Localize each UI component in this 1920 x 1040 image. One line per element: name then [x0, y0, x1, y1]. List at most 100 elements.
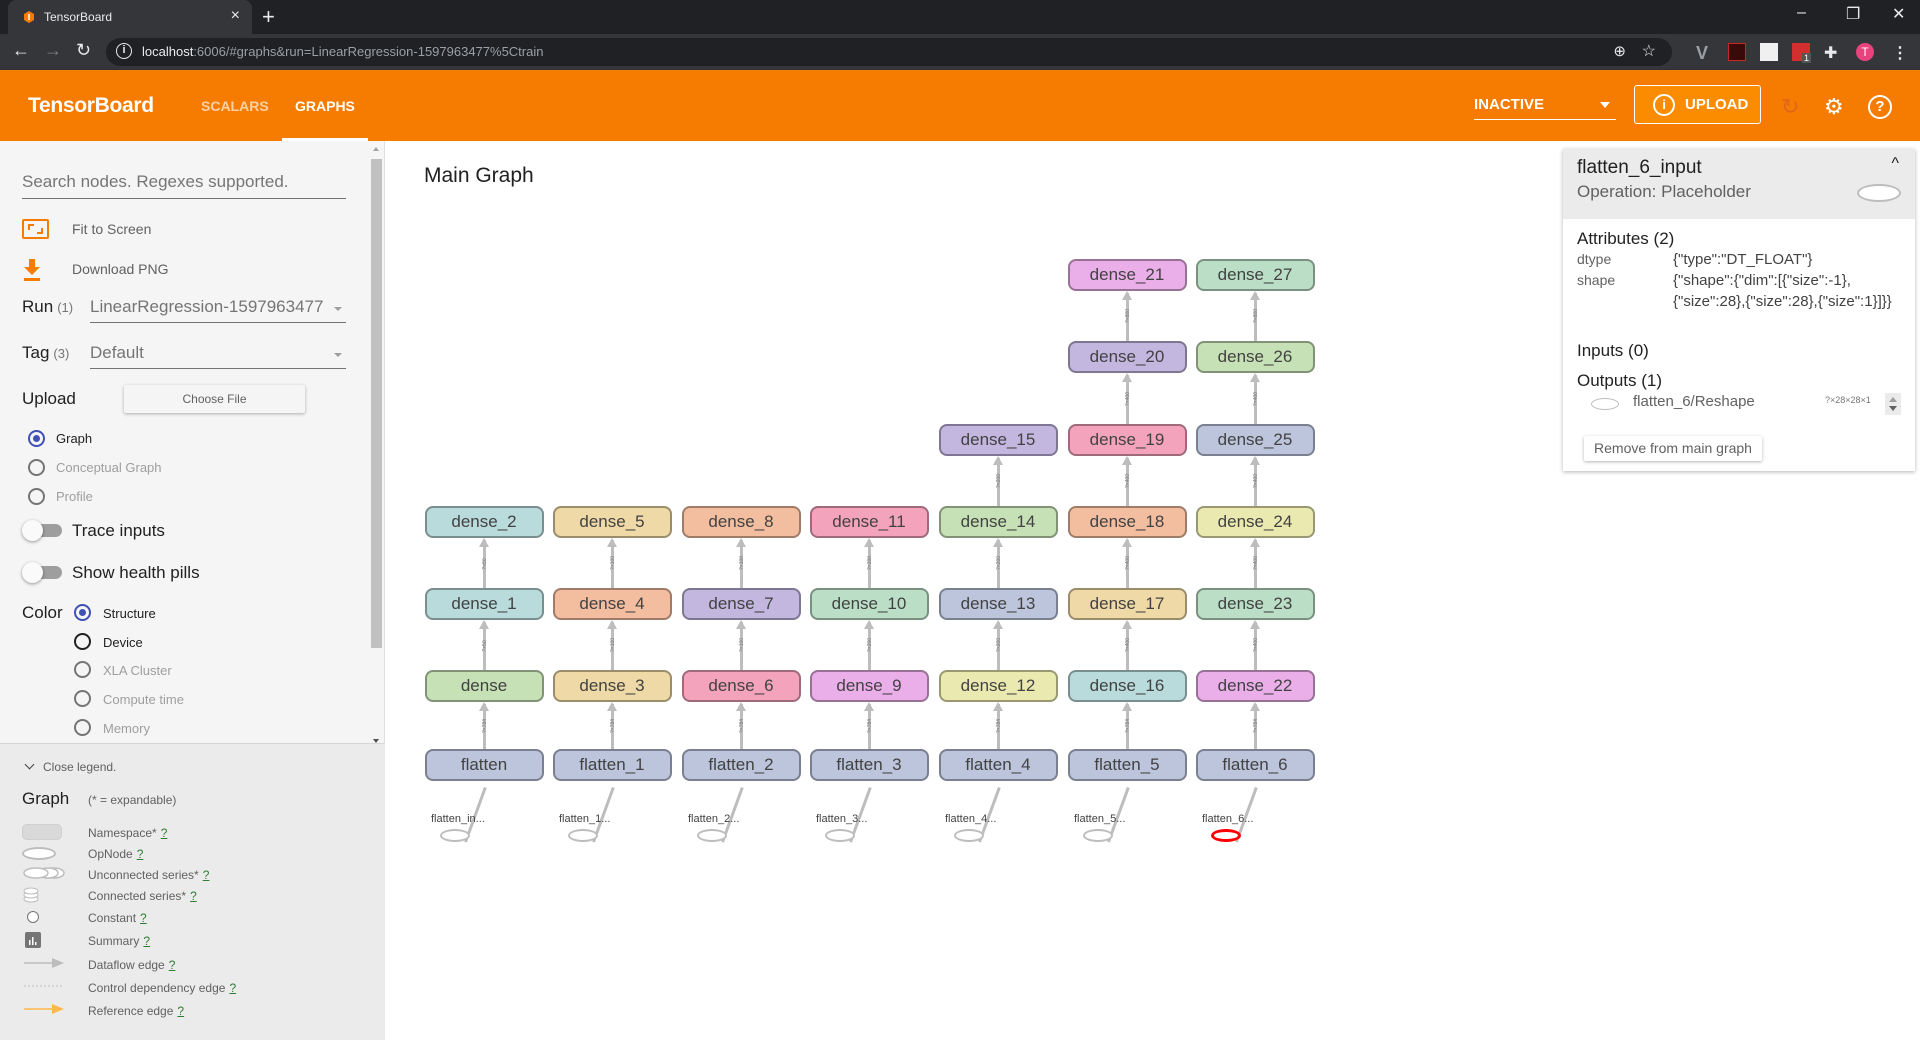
browser-tab[interactable]: TensorBoard × [8, 0, 252, 34]
graph-node-dense-11[interactable]: dense_11 [809, 506, 929, 538]
graph-node-dense-13[interactable]: dense_13 [938, 588, 1058, 620]
graph-node-dense-22[interactable]: dense_22 [1195, 670, 1315, 702]
graph-node-flatten-5[interactable]: flatten_5 [1067, 749, 1187, 781]
help-link[interactable]: ? [203, 868, 210, 882]
radio-color-structure[interactable] [74, 604, 91, 621]
remove-from-main-graph-button[interactable]: Remove from main graph [1584, 436, 1762, 461]
radio-color-compute-time[interactable] [74, 690, 91, 707]
back-arrow-icon[interactable]: ← [12, 40, 30, 61]
leaf-extension-icon[interactable] [1760, 43, 1778, 61]
graph-node-dense-26[interactable]: dense_26 [1195, 341, 1315, 373]
upload-button[interactable]: i UPLOAD [1634, 85, 1761, 124]
output-expand-toggle[interactable] [1885, 393, 1901, 415]
help-link[interactable]: ? [161, 826, 168, 840]
graph-node-dense-18[interactable]: dense_18 [1067, 506, 1187, 538]
placeholder-node[interactable] [568, 829, 598, 842]
graph-node-dense-10[interactable]: dense_10 [809, 588, 929, 620]
restore-button[interactable]: ❐ [1846, 4, 1860, 24]
zoom-icon[interactable]: ⊕ [1613, 42, 1626, 60]
tab-graphs[interactable]: GRAPHS [295, 98, 355, 114]
graph-node-dense-19[interactable]: dense_19 [1067, 424, 1187, 456]
graph-node-dense-4[interactable]: dense_4 [552, 588, 672, 620]
graph-node-dense-16[interactable]: dense_16 [1067, 670, 1187, 702]
placeholder-node[interactable] [825, 829, 855, 842]
graph-node-dense-8[interactable]: dense_8 [681, 506, 801, 538]
search-nodes-input[interactable]: Search nodes. Regexes supported. [22, 169, 346, 199]
vue-extension-icon[interactable]: V [1696, 43, 1714, 63]
trace-inputs-toggle[interactable] [22, 520, 64, 541]
radio-color-xla-cluster[interactable] [74, 661, 91, 678]
site-info-icon[interactable]: i [116, 43, 132, 59]
graph-node-dense-25[interactable]: dense_25 [1195, 424, 1315, 456]
placeholder-node[interactable] [697, 829, 727, 842]
radio-color-device[interactable] [74, 633, 91, 650]
help-link[interactable]: ? [137, 847, 144, 861]
placeholder-node[interactable] [1083, 829, 1113, 842]
browser-menu-icon[interactable]: ⋮ [1892, 43, 1910, 62]
help-link[interactable]: ? [190, 889, 197, 903]
graph-node-dense-17[interactable]: dense_17 [1067, 588, 1187, 620]
placeholder-node[interactable] [440, 829, 470, 842]
fit-to-screen-button[interactable]: Fit to Screen [22, 219, 222, 243]
graph-node-dense-21[interactable]: dense_21 [1067, 259, 1187, 291]
graph-node-dense-9[interactable]: dense_9 [809, 670, 929, 702]
pdf-extension-icon[interactable] [1728, 43, 1746, 61]
graph-node-dense-6[interactable]: dense_6 [681, 670, 801, 702]
graph-node-dense[interactable]: dense [424, 670, 544, 702]
graph-node-flatten-4[interactable]: flatten_4 [938, 749, 1058, 781]
graph-node-flatten-3[interactable]: flatten_3 [809, 749, 929, 781]
radio-graph[interactable] [28, 430, 45, 447]
graph-node-dense-14[interactable]: dense_14 [938, 506, 1058, 538]
help-link[interactable]: ? [140, 911, 147, 925]
graph-node-dense-12[interactable]: dense_12 [938, 670, 1058, 702]
bookmark-star-icon[interactable]: ☆ [1642, 41, 1656, 61]
health-pills-toggle[interactable] [22, 562, 64, 583]
placeholder-node[interactable] [954, 829, 984, 842]
forward-arrow-icon[interactable]: → [44, 40, 62, 61]
inactive-dashboard-select[interactable]: INACTIVE [1474, 96, 1616, 120]
tab-scalars[interactable]: SCALARS [201, 98, 269, 114]
graph-node-flatten-2[interactable]: flatten_2 [681, 749, 801, 781]
scrollbar-thumb[interactable] [371, 159, 382, 648]
graph-node-dense-23[interactable]: dense_23 [1195, 588, 1315, 620]
output-node-link[interactable]: flatten_6/Reshape [1633, 393, 1755, 410]
graph-node-flatten-1[interactable]: flatten_1 [552, 749, 672, 781]
graph-node-dense-2[interactable]: dense_2 [424, 506, 544, 538]
extensions-puzzle-icon[interactable]: ✚ [1824, 43, 1842, 62]
graph-node-dense-20[interactable]: dense_20 [1067, 341, 1187, 373]
download-png-button[interactable]: Download PNG [22, 259, 222, 283]
radio-color-memory[interactable] [74, 719, 91, 736]
help-link[interactable]: ? [177, 1004, 184, 1018]
reload-icon[interactable]: ↻ [1781, 94, 1799, 120]
graph-node-dense-15[interactable]: dense_15 [938, 424, 1058, 456]
radio-conceptual-graph[interactable] [28, 459, 45, 476]
collapse-chevron-icon[interactable]: ^ [1891, 155, 1899, 173]
graph-node-dense-24[interactable]: dense_24 [1195, 506, 1315, 538]
placeholder-node-selected[interactable] [1211, 829, 1241, 842]
help-link[interactable]: ? [169, 958, 176, 972]
window-close-button[interactable]: ✕ [1892, 4, 1905, 24]
new-tab-button[interactable]: + [262, 4, 275, 30]
graph-node-dense-1[interactable]: dense_1 [424, 588, 544, 620]
graph-node-dense-3[interactable]: dense_3 [552, 670, 672, 702]
graph-node-dense-7[interactable]: dense_7 [681, 588, 801, 620]
tab-close-icon[interactable]: × [231, 7, 240, 25]
graph-node-flatten[interactable]: flatten [424, 749, 544, 781]
minimize-button[interactable]: – [1797, 4, 1806, 22]
graph-node-dense-27[interactable]: dense_27 [1195, 259, 1315, 291]
help-icon[interactable]: ? [1868, 95, 1892, 119]
radio-profile[interactable] [28, 488, 45, 505]
profile-avatar[interactable]: T [1856, 43, 1874, 61]
address-bar[interactable]: i localhost:6006/#graphs&run=LinearRegre… [106, 38, 1672, 66]
sidebar-scrollbar[interactable] [370, 145, 383, 743]
red-extension-icon[interactable]: 1 [1792, 43, 1812, 63]
graph-node-dense-5[interactable]: dense_5 [552, 506, 672, 538]
choose-file-button[interactable]: Choose File [124, 385, 305, 413]
help-link[interactable]: ? [143, 934, 150, 948]
gear-icon[interactable]: ⚙ [1824, 94, 1844, 120]
reload-icon[interactable]: ↻ [76, 40, 91, 61]
close-legend-button[interactable]: Close legend. [24, 759, 116, 774]
help-link[interactable]: ? [229, 981, 236, 995]
run-select[interactable]: LinearRegression-1597963477 [90, 293, 346, 323]
scroll-up-arrow-icon[interactable] [373, 147, 379, 151]
